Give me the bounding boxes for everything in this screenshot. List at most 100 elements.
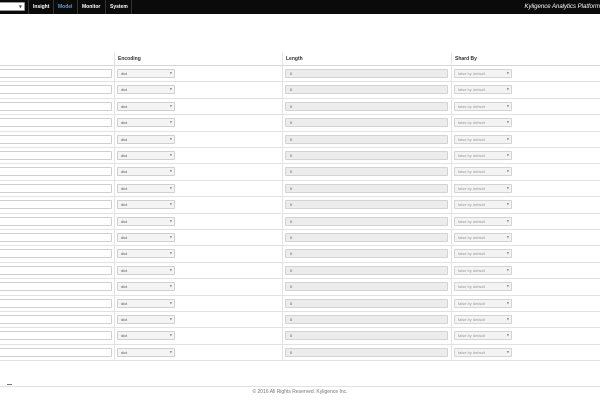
table-row: dict ▼ 0 false by default ▼ <box>0 312 600 329</box>
shard-by-select[interactable]: false by default ▼ <box>454 298 512 308</box>
encoding-value: dict <box>121 300 128 306</box>
shard-by-select[interactable]: false by default ▼ <box>454 315 512 324</box>
length-field[interactable]: 0 <box>285 282 448 292</box>
table-row: dict ▼ 0 false by default ▼ <box>0 214 600 230</box>
encoding-select[interactable]: dict ▼ <box>117 216 175 226</box>
project-select[interactable]: ▼ <box>0 2 25 11</box>
length-field[interactable]: 0 <box>285 265 448 275</box>
encoding-select[interactable]: dict ▼ <box>117 249 175 259</box>
tab-system[interactable]: System <box>110 0 128 14</box>
encoding-select[interactable]: dict ▼ <box>117 315 175 324</box>
column-name-field[interactable] <box>0 167 112 177</box>
length-field[interactable]: 0 <box>285 183 448 193</box>
shard-by-select[interactable]: false by default ▼ <box>454 249 512 259</box>
shard-by-select[interactable]: false by default ▼ <box>454 183 512 193</box>
length-field[interactable]: 0 <box>285 216 448 226</box>
length-field[interactable]: 0 <box>285 233 448 242</box>
encoding-select[interactable]: dict ▼ <box>117 85 175 95</box>
encoding-select[interactable]: dict ▼ <box>117 265 175 275</box>
shard-by-select[interactable]: false by default ▼ <box>454 118 512 128</box>
column-name-field[interactable] <box>0 200 112 210</box>
length-field[interactable]: 0 <box>285 200 448 210</box>
length-field[interactable]: 0 <box>285 298 448 308</box>
encoding-select[interactable]: dict ▼ <box>117 151 175 160</box>
encoding-value: dict <box>121 317 128 322</box>
chevron-down-icon: ▼ <box>506 202 509 207</box>
length-field[interactable]: 0 <box>285 85 448 95</box>
shard-by-select[interactable]: false by default ▼ <box>454 200 512 210</box>
encoding-select[interactable]: dict ▼ <box>117 282 175 292</box>
length-field[interactable]: 0 <box>285 151 448 160</box>
chevron-down-icon: ▼ <box>169 300 172 305</box>
length-field[interactable]: 0 <box>285 347 448 357</box>
table-row: dict ▼ 0 false by default ▼ <box>0 246 600 263</box>
length-value: 0 <box>290 235 293 240</box>
shard-by-select[interactable]: false by default ▼ <box>454 233 512 242</box>
column-name-field[interactable] <box>0 216 112 226</box>
column-name-field[interactable] <box>0 69 112 78</box>
length-field[interactable]: 0 <box>285 101 448 111</box>
encoding-select[interactable]: dict ▼ <box>117 134 175 144</box>
length-field[interactable]: 0 <box>285 167 448 177</box>
length-field[interactable]: 0 <box>285 118 448 128</box>
length-field[interactable]: 0 <box>285 331 448 341</box>
column-name-field[interactable] <box>0 298 112 308</box>
chevron-down-icon: ▼ <box>169 284 172 289</box>
column-name-field[interactable] <box>0 233 112 242</box>
length-field[interactable]: 0 <box>285 315 448 324</box>
shard-by-select[interactable]: false by default ▼ <box>454 282 512 292</box>
chevron-down-icon: ▼ <box>506 185 509 190</box>
length-field[interactable]: 0 <box>285 249 448 259</box>
encoding-value: dict <box>121 284 128 290</box>
column-name-field[interactable] <box>0 347 112 357</box>
encoding-value: dict <box>121 169 128 175</box>
shard-by-select[interactable]: false by default ▼ <box>454 331 512 341</box>
encoding-select[interactable]: dict ▼ <box>117 118 175 128</box>
encoding-select[interactable]: dict ▼ <box>117 200 175 210</box>
chevron-down-icon: ▼ <box>169 185 172 190</box>
shard-by-select[interactable]: false by default ▼ <box>454 69 512 78</box>
length-value: 0 <box>290 153 293 158</box>
chevron-down-icon: ▼ <box>169 235 172 239</box>
tab-insight[interactable]: Insight <box>33 0 49 14</box>
shard-by-select[interactable]: false by default ▼ <box>454 167 512 177</box>
column-name-field[interactable] <box>0 151 112 160</box>
length-field[interactable]: 0 <box>285 69 448 78</box>
encoding-select[interactable]: dict ▼ <box>117 69 175 78</box>
shard-by-select[interactable]: false by default ▼ <box>454 85 512 95</box>
shard-by-select[interactable]: false by default ▼ <box>454 216 512 226</box>
column-name-field[interactable] <box>0 315 112 324</box>
column-name-field[interactable] <box>0 85 112 95</box>
tab-model[interactable]: Model <box>58 0 72 14</box>
column-name-field[interactable] <box>0 282 112 292</box>
shard-by-value: false by default <box>458 235 485 240</box>
column-name-field[interactable] <box>0 265 112 275</box>
shard-by-value: false by default <box>458 185 485 191</box>
chevron-down-icon: ▼ <box>506 71 509 75</box>
shard-by-select[interactable]: false by default ▼ <box>454 134 512 144</box>
encoding-value: dict <box>121 136 128 142</box>
column-name-field[interactable] <box>0 118 112 128</box>
shard-by-select[interactable]: false by default ▼ <box>454 151 512 160</box>
shard-by-value: false by default <box>458 317 485 322</box>
column-name-field[interactable] <box>0 249 112 259</box>
encoding-select[interactable]: dict ▼ <box>117 183 175 193</box>
length-field[interactable]: 0 <box>285 134 448 144</box>
tab-monitor[interactable]: Monitor <box>82 0 100 14</box>
chevron-down-icon: ▼ <box>506 120 509 125</box>
encoding-select[interactable]: dict ▼ <box>117 298 175 308</box>
encoding-select[interactable]: dict ▼ <box>117 101 175 111</box>
shard-by-select[interactable]: false by default ▼ <box>454 265 512 275</box>
encoding-value: dict <box>121 87 128 93</box>
encoding-select[interactable]: dict ▼ <box>117 167 175 177</box>
column-name-field[interactable] <box>0 183 112 193</box>
shard-by-select[interactable]: false by default ▼ <box>454 347 512 357</box>
encoding-select[interactable]: dict ▼ <box>117 347 175 357</box>
chevron-down-icon: ▼ <box>169 349 172 354</box>
encoding-select[interactable]: dict ▼ <box>117 331 175 341</box>
column-name-field[interactable] <box>0 134 112 144</box>
shard-by-select[interactable]: false by default ▼ <box>454 101 512 111</box>
column-name-field[interactable] <box>0 101 112 111</box>
column-name-field[interactable] <box>0 331 112 341</box>
encoding-select[interactable]: dict ▼ <box>117 233 175 242</box>
